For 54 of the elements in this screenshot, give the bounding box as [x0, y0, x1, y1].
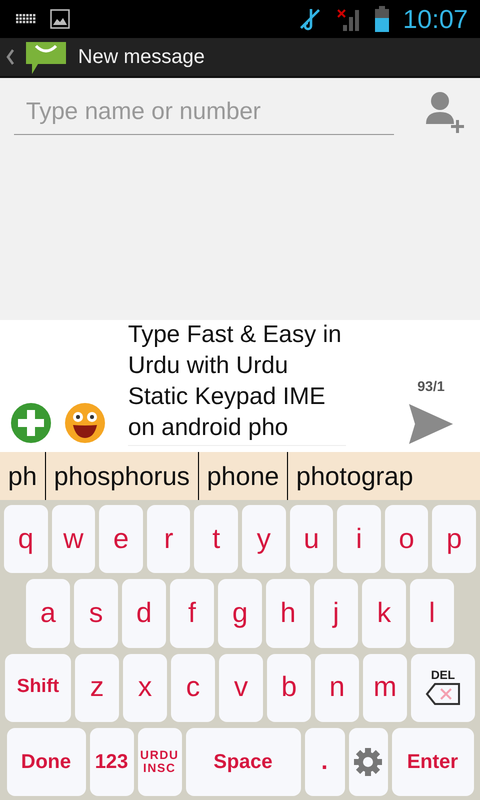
mute-icon	[298, 6, 321, 32]
key[interactable]: a	[26, 579, 70, 648]
key[interactable]: r	[146, 505, 190, 574]
key[interactable]: l	[410, 579, 454, 648]
key[interactable]: b	[267, 654, 311, 722]
backspace-icon	[425, 682, 461, 706]
delete-key[interactable]: DEL	[411, 654, 475, 722]
keyboard-icon	[16, 14, 36, 24]
key[interactable]: p	[432, 505, 476, 574]
key[interactable]: q	[4, 505, 48, 574]
key[interactable]: s	[74, 579, 118, 648]
key[interactable]: y	[242, 505, 286, 574]
key[interactable]: o	[384, 505, 428, 574]
message-text[interactable]: Type Fast & Easy in Urdu with Urdu Static Keypad IME on android pho	[128, 319, 346, 446]
key[interactable]: c	[171, 654, 215, 722]
key[interactable]: f	[170, 579, 214, 648]
key[interactable]: i	[337, 505, 381, 574]
key[interactable]: m	[363, 654, 407, 722]
smiley-icon[interactable]	[64, 402, 106, 444]
send-icon[interactable]	[409, 404, 453, 444]
settings-key[interactable]	[348, 728, 388, 796]
battery-icon	[374, 6, 389, 32]
key[interactable]: g	[218, 579, 262, 648]
key[interactable]: k	[362, 579, 406, 648]
numbers-key[interactable]: 123	[90, 728, 134, 796]
chat-bubble-icon	[24, 40, 68, 74]
key[interactable]: h	[266, 579, 310, 648]
key[interactable]: e	[99, 505, 143, 574]
character-counter: 93/1	[417, 378, 445, 394]
enter-key[interactable]: Enter	[392, 728, 474, 796]
settings-icon	[352, 746, 384, 778]
key[interactable]: j	[314, 579, 358, 648]
space-key[interactable]: Space	[186, 728, 300, 796]
image-icon	[50, 9, 70, 29]
recipient-field[interactable]: Type name or number	[14, 90, 394, 135]
key[interactable]: t	[194, 505, 238, 574]
add-contact-icon[interactable]	[424, 90, 466, 134]
key[interactable]: x	[123, 654, 167, 722]
shift-key[interactable]: Shift	[5, 654, 71, 722]
key[interactable]: .	[304, 728, 344, 796]
clock-time: 10:07	[402, 4, 468, 34]
key[interactable]: v	[219, 654, 263, 722]
done-key[interactable]: Done	[6, 728, 86, 796]
key[interactable]: u	[290, 505, 334, 574]
key[interactable]: n	[315, 654, 359, 722]
key[interactable]: d	[122, 579, 166, 648]
add-icon[interactable]	[10, 402, 52, 444]
language-key[interactable]: URDU INSC	[138, 728, 182, 796]
key[interactable]: w	[52, 505, 96, 574]
no-signal-icon	[334, 7, 361, 31]
key[interactable]: z	[75, 654, 119, 722]
screen-title: New message	[78, 46, 205, 68]
back-icon[interactable]	[6, 49, 14, 65]
suggestion[interactable]: photograp	[288, 452, 422, 500]
